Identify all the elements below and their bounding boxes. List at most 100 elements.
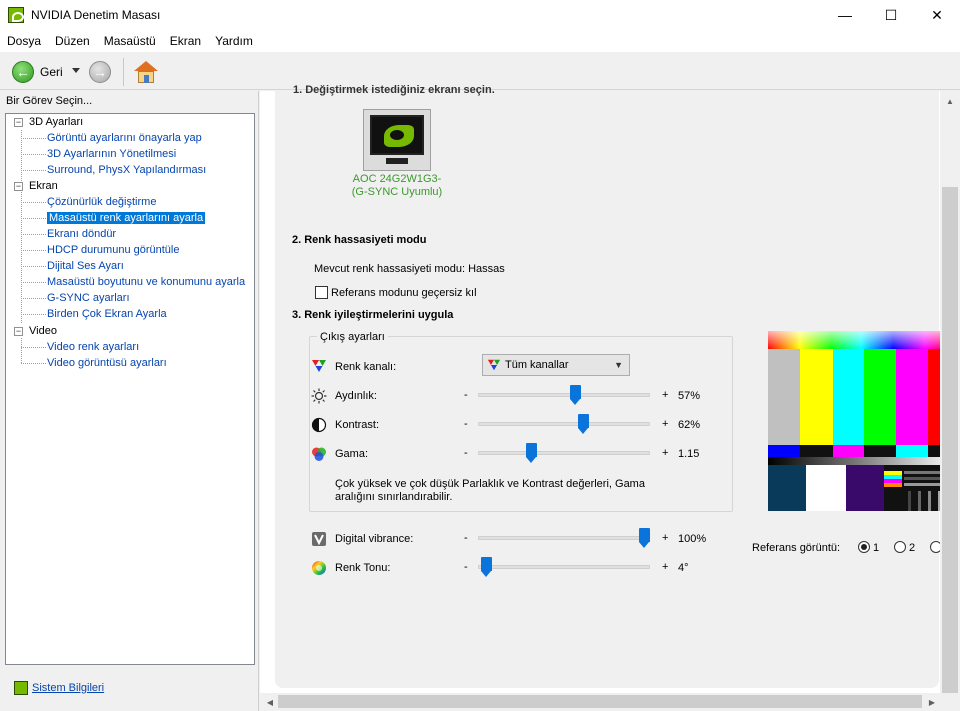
task-tree[interactable]: − 3D Ayarları Görüntü ayarlarını önayarl…	[5, 113, 255, 665]
tree-item-video-color[interactable]: Video renk ayarları	[47, 340, 139, 355]
vibrance-slider-thumb[interactable]	[639, 528, 650, 548]
tree-item-rotate-display[interactable]: Ekranı döndür	[47, 227, 116, 242]
reference-radio-1[interactable]	[858, 541, 870, 553]
gamma-plus[interactable]: +	[662, 447, 668, 459]
window-title: NVIDIA Denetim Masası	[31, 8, 161, 22]
forward-button[interactable]: →	[89, 61, 111, 83]
vertical-scrollbar[interactable]: ▲	[940, 91, 960, 693]
hue-icon	[312, 561, 326, 575]
brightness-minus[interactable]: -	[464, 389, 468, 401]
tree-connector	[21, 170, 46, 171]
panel-splitter[interactable]	[258, 91, 259, 711]
hue-minus[interactable]: -	[464, 561, 468, 573]
menu-bar: Dosya Düzen Masaüstü Ekran Yardım	[0, 30, 960, 52]
gamma-minus[interactable]: -	[464, 447, 468, 459]
tree-group-3d-settings[interactable]: 3D Ayarları	[29, 115, 83, 130]
gamma-slider-track[interactable]	[478, 451, 650, 455]
brightness-slider-thumb[interactable]	[569, 385, 581, 405]
reference-image	[768, 331, 955, 511]
tree-group-video[interactable]: Video	[29, 324, 57, 339]
menu-help[interactable]: Yardım	[208, 30, 260, 52]
tree-item-preview-settings[interactable]: Görüntü ayarlarını önayarla yap	[47, 131, 202, 146]
system-info-link[interactable]: Sistem Bilgileri	[14, 681, 104, 695]
nvidia-app-icon	[8, 7, 24, 23]
content-area: 1. Değiştirmek istediğiniz ekranı seçin.…	[260, 84, 960, 711]
collapse-display-icon[interactable]: −	[14, 182, 23, 191]
tree-item-multiple-displays[interactable]: Birden Çok Ekran Ayarla	[47, 307, 167, 322]
gamma-slider-thumb[interactable]	[526, 443, 538, 463]
tree-item-desktop-color[interactable]: Masaüstü renk ayarlarını ayarla	[47, 211, 206, 226]
dropdown-arrow-icon[interactable]	[72, 68, 80, 73]
gamma-label: Gama:	[335, 448, 369, 460]
collapse-3d-icon[interactable]: −	[14, 118, 23, 127]
back-button[interactable]: ←	[12, 61, 34, 83]
brightness-plus[interactable]: +	[662, 389, 668, 401]
horizontal-scroll-thumb[interactable]	[278, 695, 922, 708]
gamma-value: 1.15	[678, 448, 700, 460]
tree-group-display[interactable]: Ekran	[29, 179, 58, 194]
menu-display[interactable]: Ekran	[163, 30, 208, 52]
override-checkbox-label[interactable]: Referans modunu geçersiz kıl	[331, 287, 477, 299]
menu-desktop[interactable]: Masaüstü	[97, 30, 163, 52]
brightness-slider-track[interactable]	[478, 393, 650, 397]
chevron-down-icon: ▼	[614, 360, 623, 370]
tree-item-video-image[interactable]: Video görüntüsü ayarları	[47, 356, 167, 371]
back-arrow-icon: ←	[16, 64, 30, 80]
back-label[interactable]: Geri	[40, 65, 63, 79]
contrast-slider-track[interactable]	[478, 422, 650, 426]
reference-radio-2[interactable]	[894, 541, 906, 553]
contrast-plus[interactable]: +	[662, 418, 668, 430]
close-icon: ✕	[931, 6, 943, 23]
contrast-slider-thumb[interactable]	[577, 414, 589, 434]
minimize-icon: —	[838, 7, 852, 23]
contrast-value: 62%	[678, 419, 701, 431]
current-mode-text: Mevcut renk hassasiyeti modu: Hassas	[314, 263, 505, 275]
tree-item-desktop-size[interactable]: Masaüstü boyutunu ve konumunu ayarla	[47, 275, 245, 290]
tree-item-hdcp-status[interactable]: HDCP durumunu görüntüle	[47, 243, 179, 258]
tree-item-surround-physx[interactable]: Surround, PhysX Yapılandırması	[47, 163, 206, 178]
tree-item-gsync[interactable]: G-SYNC ayarları	[47, 291, 130, 306]
tree-connector	[21, 202, 46, 203]
vibrance-minus[interactable]: -	[464, 532, 468, 544]
vibrance-value: 100%	[678, 533, 707, 545]
reference-radio-2-label[interactable]: 2	[909, 542, 915, 554]
scroll-left-icon[interactable]: ◀	[260, 694, 280, 710]
minimize-button[interactable]: —	[822, 0, 868, 30]
close-button[interactable]: ✕	[914, 0, 960, 30]
reference-radio-1-label[interactable]: 1	[873, 542, 879, 554]
vibrance-plus[interactable]: +	[662, 532, 668, 544]
horizontal-scrollbar[interactable]: ◀ ▶	[260, 693, 940, 711]
task-panel-header: Bir Görev Seçin...	[6, 95, 93, 107]
output-settings-label: Çıkış ayarları	[317, 331, 388, 343]
tree-connector	[21, 130, 22, 323]
forward-arrow-icon: →	[93, 64, 107, 80]
digital-vibrance-icon	[312, 532, 326, 546]
tree-item-manage-3d[interactable]: 3D Ayarlarının Yönetilmesi	[47, 147, 176, 162]
hue-slider-track[interactable]	[478, 565, 650, 569]
tree-connector	[21, 347, 46, 348]
tree-connector	[21, 250, 46, 251]
monitor-tile[interactable]	[363, 109, 431, 171]
menu-edit[interactable]: Düzen	[48, 30, 97, 52]
tree-item-change-resolution[interactable]: Çözünürlük değiştirme	[47, 195, 156, 210]
tree-connector	[21, 298, 46, 299]
tree-connector	[21, 363, 46, 364]
hue-plus[interactable]: +	[662, 561, 668, 573]
override-checkbox[interactable]	[315, 286, 328, 299]
menu-file[interactable]: Dosya	[0, 30, 48, 52]
scroll-up-icon[interactable]: ▲	[940, 93, 960, 109]
home-button[interactable]	[133, 60, 159, 84]
scroll-right-icon[interactable]: ▶	[922, 694, 942, 710]
hue-slider-thumb[interactable]	[481, 557, 493, 577]
monitor-label[interactable]: AOC 24G2W1G3- (G-SYNC Uyumlu)	[339, 173, 455, 199]
hue-label: Renk Tonu:	[335, 562, 391, 574]
channel-select[interactable]: Tüm kanallar ▼	[482, 354, 630, 376]
collapse-video-icon[interactable]: −	[14, 327, 23, 336]
tree-item-digital-audio[interactable]: Dijital Ses Ayarı	[47, 259, 124, 274]
maximize-button[interactable]: ☐	[868, 0, 914, 30]
tree-connector	[21, 266, 46, 267]
contrast-minus[interactable]: -	[464, 418, 468, 430]
hue-value: 4°	[678, 562, 689, 574]
vertical-scroll-thumb[interactable]	[942, 187, 958, 693]
vibrance-slider-track[interactable]	[478, 536, 650, 540]
